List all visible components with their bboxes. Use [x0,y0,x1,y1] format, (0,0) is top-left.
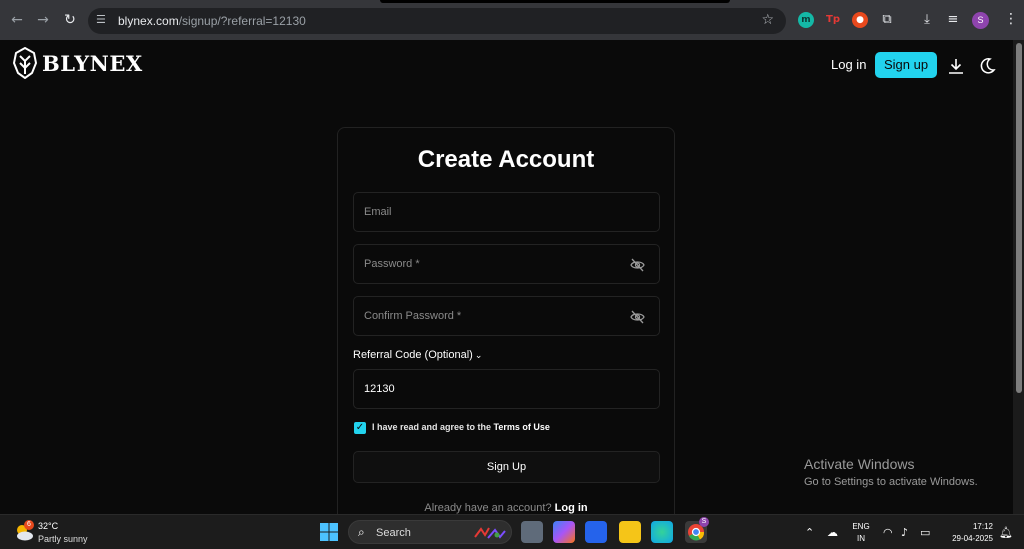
weather-temperature: 32°C [38,521,59,531]
url-text[interactable]: blynex.com/signup/?referral=12130 [118,14,306,28]
extensions-puzzle-icon[interactable]: ⧉ [878,11,896,29]
notification-bell-icon[interactable]: 🔔︎ [999,526,1013,539]
extension-tp-icon[interactable]: Tp [825,12,841,28]
email-field[interactable] [353,192,660,232]
bookmark-star-icon[interactable]: ☆ [761,12,774,28]
taskbar-search[interactable]: ⌕ Search [348,520,512,544]
confirm-password-input[interactable] [354,297,659,335]
terms-of-use-link[interactable]: Terms of Use [494,422,550,432]
terms-agreement-text: I have read and agree to the Terms of Us… [372,422,550,432]
reload-icon[interactable]: ↻ [62,12,78,28]
wifi-icon[interactable]: ◠ [883,526,893,539]
search-icon: ⌕ [358,525,365,539]
page-scrollbar[interactable] [1013,40,1024,514]
login-link[interactable]: Log in [555,502,588,514]
downloads-icon[interactable]: ⤓ [918,11,936,29]
already-account-text: Already have an account? Log in [424,502,588,514]
site-info-icon[interactable]: ☰ [96,13,110,27]
email-input[interactable] [354,193,659,231]
weather-badge: 6 [24,520,34,530]
battery-icon[interactable]: ▭ [920,526,930,539]
windows-start-icon[interactable] [320,523,338,541]
scrollbar-thumb[interactable] [1016,43,1022,393]
brand-name: BLYNEX [42,50,143,76]
volume-icon[interactable]: ♪ [901,526,908,539]
reading-list-icon[interactable]: ≡ [944,11,962,29]
brand-logo[interactable]: BLYNEX [12,46,143,80]
confirm-password-field[interactable] [353,296,660,336]
chrome-taskbar-button[interactable]: S [685,517,709,543]
signup-card: Create Account Referral Code (Optional)⌄ [337,127,675,514]
web-page: BLYNEX Log in Sign up Create Account Ema… [0,40,1013,514]
language-indicator[interactable]: ENG IN [850,522,872,543]
weather-condition: Partly sunny [38,534,88,544]
profile-avatar[interactable]: S [972,12,989,29]
forward-arrow-icon[interactable]: → [35,12,51,28]
copilot-icon[interactable] [553,521,575,543]
signup-submit-button[interactable]: Sign Up [353,451,660,483]
activate-windows-watermark: Activate Windows Go to Settings to activ… [804,456,978,488]
search-label: Search [376,527,411,539]
browser-toolbar: ← → ↻ ☰ blynex.com/signup/?referral=1213… [0,0,1024,40]
address-bar[interactable]: ☰ blynex.com/signup/?referral=12130 ☆ [88,8,786,34]
windows-taskbar: 6 32°C Partly sunny ⌕ Search S ⌃ ☁ ENG I… [0,514,1024,549]
onedrive-cloud-icon[interactable]: ☁ [827,526,838,539]
browser-menu-icon[interactable]: ⋮ [1004,11,1018,27]
chevron-down-icon: ⌄ [474,351,483,361]
clock[interactable]: 17:12 29-04-2025 [943,522,993,543]
tray-overflow-chevron-icon[interactable]: ⌃ [805,526,814,539]
password-input[interactable] [354,245,659,283]
brand-emblem-icon [12,47,38,79]
referral-code-input[interactable] [354,370,659,408]
edge-browser-icon[interactable] [651,521,673,543]
page-title: Create Account [417,146,595,173]
terms-checkbox[interactable]: ✓ [354,422,366,434]
referral-label: Referral Code (Optional) [353,349,473,361]
header-signup-button[interactable]: Sign up [875,52,937,78]
search-highlight-icon [474,527,506,539]
file-explorer-icon[interactable] [619,521,641,543]
chrome-profile-badge: S [699,517,709,527]
password-field[interactable] [353,244,660,284]
download-icon[interactable] [947,57,965,75]
dark-mode-moon-icon[interactable] [978,57,996,75]
tab-strip-edge [380,0,730,3]
task-view-icon[interactable] [521,521,543,543]
eye-off-icon[interactable] [630,310,645,324]
eye-off-icon[interactable] [630,258,645,272]
referral-toggle[interactable]: Referral Code (Optional) ⌄ [353,349,482,361]
microsoft-store-icon[interactable] [585,521,607,543]
referral-code-field[interactable] [353,369,660,409]
extension-orange-icon[interactable]: ● [852,12,868,28]
extension-m-icon[interactable]: m [798,12,814,28]
back-arrow-icon[interactable]: ← [9,12,25,28]
header-login-link[interactable]: Log in [831,57,866,72]
